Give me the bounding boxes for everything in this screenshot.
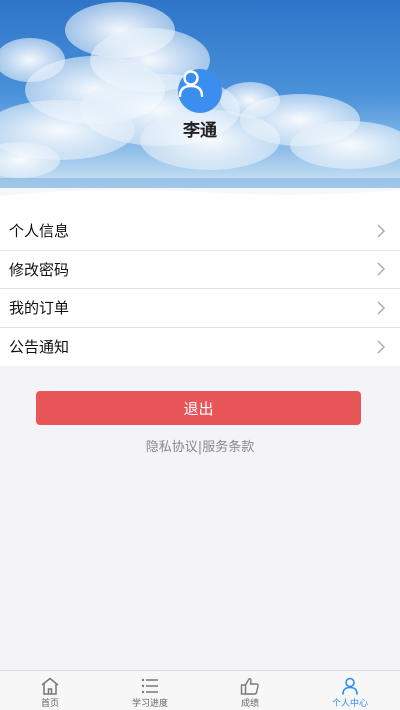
menu-item-label: 个人信息 <box>9 222 70 241</box>
menu-item-label: 修改密码 <box>9 260 70 279</box>
tab-grades[interactable]: 成绩 <box>200 671 300 710</box>
person-icon <box>178 70 204 97</box>
chevron-right-icon <box>377 340 386 354</box>
menu-item-label: 公告通知 <box>9 338 70 357</box>
username: 李通 <box>183 121 217 141</box>
menu-item-announcements[interactable]: 公告通知 <box>0 328 400 367</box>
menu-item-change-password[interactable]: 修改密码 <box>0 251 400 289</box>
logout-button[interactable]: 退出 <box>36 391 361 425</box>
tab-personal-center[interactable]: 个人中心 <box>300 671 400 710</box>
list-icon <box>141 678 158 694</box>
chevron-right-icon <box>377 262 386 276</box>
menu-item-personal-info[interactable]: 个人信息 <box>0 212 400 251</box>
privacy-policy-link[interactable]: 隐私协议 <box>146 440 198 455</box>
terms-of-service-link[interactable]: 服务条款 <box>202 440 254 455</box>
tab-home[interactable]: 首页 <box>0 671 100 710</box>
tab-label: 学习进度 <box>131 699 168 709</box>
menu-item-label: 我的订单 <box>9 299 70 318</box>
tab-label: 个人中心 <box>331 699 368 709</box>
chevron-right-icon <box>377 301 386 315</box>
thumbs-up-icon <box>240 678 259 695</box>
home-icon <box>41 677 59 695</box>
tab-label: 首页 <box>40 699 59 709</box>
person-icon <box>342 677 358 695</box>
avatar[interactable] <box>178 69 222 113</box>
chevron-right-icon <box>377 224 386 238</box>
policy-links: 隐私协议|服务条款 <box>0 436 400 455</box>
bottom-tab-bar: 首页 学习进度 成绩 个人中心 <box>0 670 400 710</box>
profile-menu: 个人信息 修改密码 我的订单 公告通知 <box>0 212 400 366</box>
profile-banner: 李通 <box>0 0 400 212</box>
tab-study-progress[interactable]: 学习进度 <box>100 671 200 710</box>
tab-label: 成绩 <box>240 699 259 709</box>
menu-item-my-orders[interactable]: 我的订单 <box>0 289 400 328</box>
